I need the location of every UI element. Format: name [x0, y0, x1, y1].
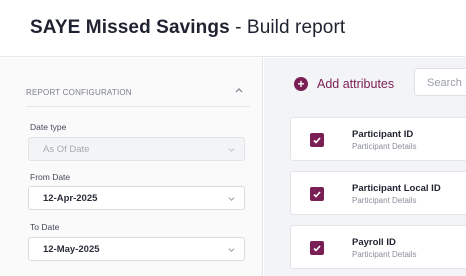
date-type-select[interactable]: As Of Date: [28, 137, 245, 161]
chevron-up-icon[interactable]: [233, 84, 245, 96]
chevron-down-icon: [228, 148, 235, 152]
attributes-panel: + Add attributes Search Participant ID P…: [264, 58, 466, 276]
add-attributes-label: Add attributes: [317, 77, 395, 91]
report-name: SAYE Missed Savings: [30, 17, 230, 38]
attribute-title: Payroll ID: [352, 237, 396, 248]
from-date-value: 12-Apr-2025: [43, 193, 98, 204]
page-subtitle: - Build report: [229, 17, 346, 38]
attribute-checkbox[interactable]: [310, 133, 324, 147]
page-title: SAYE Missed Savings - Build report: [30, 17, 345, 39]
chevron-down-icon: [228, 197, 235, 201]
search-placeholder: Search: [427, 77, 462, 89]
date-type-label: Date type: [30, 122, 67, 132]
search-input[interactable]: Search: [414, 68, 466, 96]
to-date-label: To Date: [30, 222, 60, 232]
date-type-value: As Of Date: [43, 144, 90, 155]
attribute-title: Participant ID: [352, 129, 414, 140]
attribute-checkbox[interactable]: [310, 187, 324, 201]
attribute-card[interactable]: Participant ID Participant Details: [290, 117, 466, 161]
add-attributes-button[interactable]: + Add attributes: [294, 75, 394, 93]
section-divider: [26, 106, 250, 107]
chevron-down-icon: [228, 248, 235, 252]
section-title: REPORT CONFIGURATION: [26, 88, 132, 97]
attribute-card[interactable]: Payroll ID Participant Details: [290, 225, 466, 269]
attribute-category: Participant Details: [352, 250, 417, 259]
check-icon: [313, 136, 321, 144]
attribute-card[interactable]: Participant Local ID Participant Details: [290, 171, 466, 215]
to-date-value: 12-May-2025: [43, 244, 100, 255]
check-icon: [313, 244, 321, 252]
from-date-label: From Date: [30, 172, 71, 182]
from-date-select[interactable]: 12-Apr-2025: [28, 186, 245, 210]
attribute-title: Participant Local ID: [352, 183, 441, 194]
to-date-select[interactable]: 12-May-2025: [28, 237, 245, 261]
plus-circle-icon: +: [294, 77, 308, 91]
report-configuration-panel: REPORT CONFIGURATION Date type As Of Dat…: [0, 58, 263, 276]
check-icon: [313, 190, 321, 198]
attribute-category: Participant Details: [352, 142, 417, 151]
page-header: SAYE Missed Savings - Build report: [0, 0, 466, 57]
attribute-category: Participant Details: [352, 196, 417, 205]
attribute-checkbox[interactable]: [310, 241, 324, 255]
